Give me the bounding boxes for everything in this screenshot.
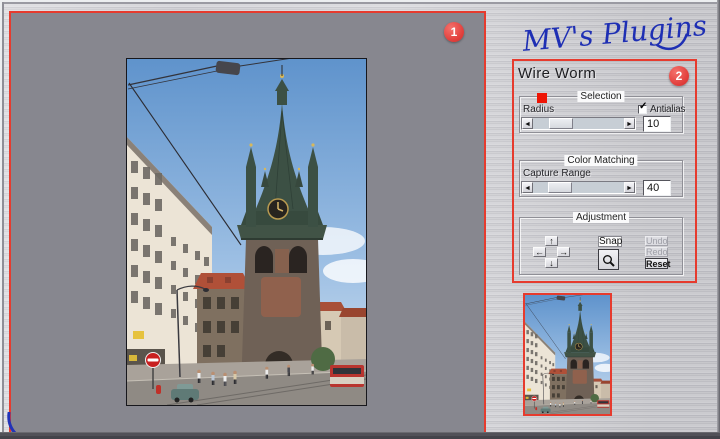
main-photo-canvas[interactable] xyxy=(126,58,367,406)
wire-color-swatch[interactable] xyxy=(537,93,547,103)
photo-street-tower xyxy=(127,59,366,405)
radius-scroll-right-button[interactable]: ► xyxy=(624,118,635,129)
scroll-right-icon: ► xyxy=(626,185,633,192)
wire-worm-panel: Wire Worm 2 Selection Radius ✓ Antialias… xyxy=(512,59,697,283)
nudge-up-button[interactable]: ↑ xyxy=(545,236,558,246)
radius-scroll-left-button[interactable]: ◄ xyxy=(522,118,533,129)
radius-scrollbar-thumb[interactable] xyxy=(549,118,573,129)
window-edge-bottom xyxy=(0,432,720,439)
mvs-plugins-logo: MV's Plugins xyxy=(520,9,708,58)
scroll-left-icon: ◄ xyxy=(524,121,531,128)
undo-button[interactable]: Undo xyxy=(645,236,668,246)
redo-button[interactable]: Redo xyxy=(645,247,668,257)
logo-text: MV's Plugins xyxy=(520,9,708,58)
nudge-left-button[interactable]: ← xyxy=(533,247,546,257)
capture-range-label: Capture Range xyxy=(523,168,591,179)
arrow-down-icon: ↓ xyxy=(549,258,554,268)
window-edge-top-inner xyxy=(2,2,717,4)
magnifier-icon xyxy=(603,255,615,267)
capture-range-scrollbar[interactable]: ◄ ► xyxy=(521,181,636,194)
panel-title: Wire Worm xyxy=(518,65,597,82)
nudge-down-button[interactable]: ↓ xyxy=(545,258,558,268)
zoom-magnifier-button[interactable] xyxy=(598,249,619,270)
window-edge-left-inner xyxy=(2,2,4,432)
adjustment-group-title: Adjustment xyxy=(572,212,630,223)
snap-label: Snap xyxy=(598,236,623,247)
antialias-label: Antialias xyxy=(650,104,686,115)
nudge-right-button[interactable]: → xyxy=(557,247,570,257)
reset-button[interactable]: Reset xyxy=(645,258,671,269)
radius-label: Radius xyxy=(523,104,555,115)
capture-scroll-left-button[interactable]: ◄ xyxy=(522,182,533,193)
thumbnail-image xyxy=(524,293,617,415)
capture-scroll-right-button[interactable]: ► xyxy=(624,182,635,193)
radius-scrollbar[interactable]: ◄ ► xyxy=(521,117,636,130)
scroll-right-icon: ► xyxy=(626,121,633,128)
annotation-badge-1: 1 xyxy=(444,22,464,42)
radius-value-input[interactable] xyxy=(643,116,671,132)
photo-thumbnail[interactable] xyxy=(523,293,617,416)
plugin-window: 1 MV's Plugins Wire Worm 2 Selection Rad… xyxy=(0,0,720,439)
scroll-left-icon: ◄ xyxy=(524,185,531,192)
antialias-checkbox[interactable]: ✓ xyxy=(638,101,648,114)
arrow-right-icon: → xyxy=(559,247,568,257)
annotation-badge-2: 2 xyxy=(669,66,689,86)
arrow-up-icon: ↑ xyxy=(549,236,554,246)
checkmark-icon: ✓ xyxy=(639,101,648,112)
capture-range-value-input[interactable] xyxy=(643,180,671,196)
color-matching-group-title: Color Matching xyxy=(564,155,638,166)
arrow-left-icon: ← xyxy=(535,247,544,257)
selection-group-title: Selection xyxy=(577,91,625,102)
capture-scrollbar-thumb[interactable] xyxy=(548,182,572,193)
